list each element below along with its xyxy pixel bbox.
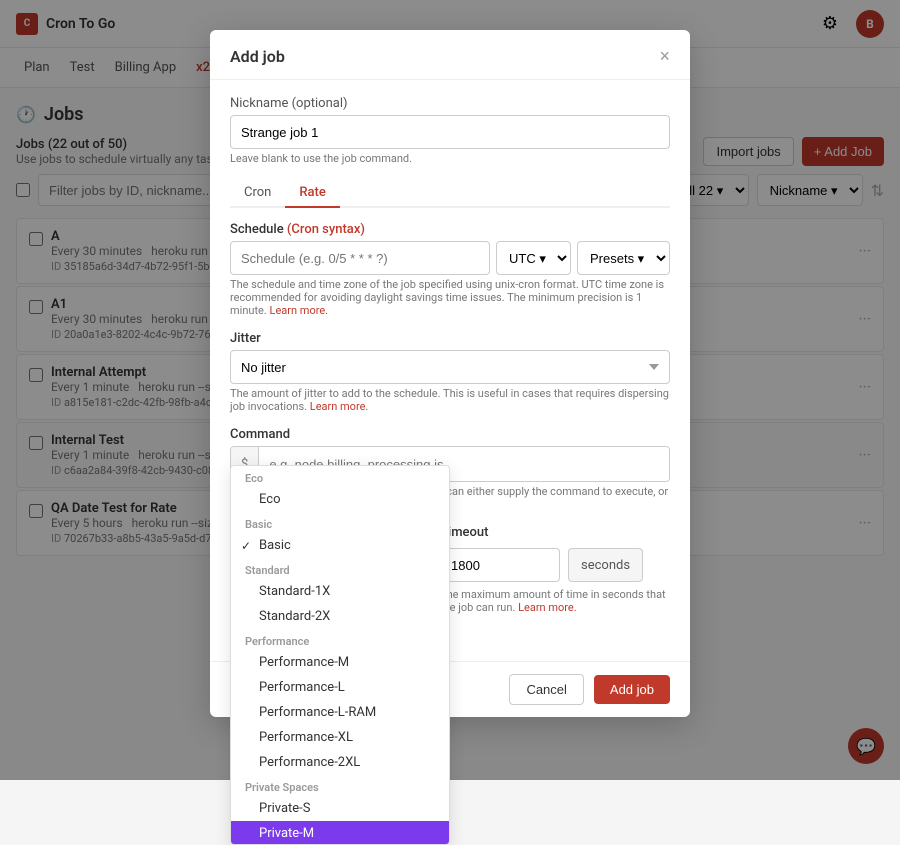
dyno-dropdown: Eco Eco Basic Basic Standard Standard-1X… (230, 465, 450, 845)
dyno-option-perf-m[interactable]: Performance-M (231, 650, 449, 675)
timeout-input[interactable] (440, 548, 560, 582)
dyno-option-standard-2x[interactable]: Standard-2X (231, 604, 449, 629)
jitter-hint: The amount of jitter to add to the sched… (230, 387, 670, 413)
dyno-option-eco[interactable]: Eco (231, 487, 449, 512)
dyno-option-basic[interactable]: Basic (231, 533, 449, 558)
jitter-select[interactable]: No jitter (230, 350, 670, 384)
schedule-tab-group: Cron Rate (230, 179, 670, 208)
jitter-group: Jitter No jitter The amount of jitter to… (230, 331, 670, 413)
add-job-modal: Add job × Nickname (optional) Leave blan… (210, 30, 690, 717)
cancel-button[interactable]: Cancel (509, 674, 583, 705)
dyno-category-private: Private Spaces (231, 775, 449, 796)
timeout-section: Timeout seconds The maximum amount of ti… (440, 525, 670, 614)
timeout-hint: The maximum amount of time in seconds th… (440, 588, 670, 614)
nickname-group: Nickname (optional) Leave blank to use t… (230, 96, 670, 165)
modal-overlay: Add job × Nickname (optional) Leave blan… (0, 0, 900, 780)
presets-select[interactable]: Presets ▾ (577, 241, 670, 275)
dyno-option-perf-2xl[interactable]: Performance-2XL (231, 750, 449, 775)
nickname-input[interactable] (230, 115, 670, 149)
modal-header: Add job × (210, 30, 690, 80)
schedule-learn-more-link[interactable]: Learn more. (270, 304, 329, 317)
modal-body: Nickname (optional) Leave blank to use t… (210, 80, 690, 661)
timeout-unit: seconds (568, 548, 643, 582)
add-job-submit-button[interactable]: Add job (594, 675, 670, 704)
nickname-hint: Leave blank to use the job command. (230, 152, 670, 165)
dyno-option-perf-xl[interactable]: Performance-XL (231, 725, 449, 750)
tab-rate[interactable]: Rate (285, 179, 339, 208)
dyno-category-eco: Eco (231, 466, 449, 487)
dyno-option-private-m[interactable]: Private-M (231, 821, 449, 845)
schedule-input[interactable] (230, 241, 490, 275)
jitter-learn-more-link[interactable]: Learn more. (310, 400, 369, 413)
schedule-label: Schedule (Cron syntax) (230, 222, 670, 237)
modal-title: Add job (230, 47, 285, 66)
dyno-option-perf-l-ram[interactable]: Performance-L-RAM (231, 700, 449, 725)
tab-cron[interactable]: Cron (230, 179, 285, 208)
dyno-category-basic: Basic (231, 512, 449, 533)
dyno-option-perf-l[interactable]: Performance-L (231, 675, 449, 700)
dyno-option-standard-1x[interactable]: Standard-1X (231, 579, 449, 604)
jitter-label: Jitter (230, 331, 670, 346)
modal-close-button[interactable]: × (659, 46, 670, 67)
schedule-row: UTC ▾ Presets ▾ (230, 241, 670, 275)
schedule-hint: The schedule and time zone of the job sp… (230, 278, 670, 317)
timezone-select[interactable]: UTC ▾ (496, 241, 571, 275)
timeout-learn-more-link[interactable]: Learn more. (518, 601, 577, 614)
dyno-category-standard: Standard (231, 558, 449, 579)
timeout-title: Timeout (440, 525, 670, 540)
nickname-label: Nickname (optional) (230, 96, 670, 111)
command-label: Command (230, 427, 670, 442)
dyno-option-private-s[interactable]: Private-S (231, 796, 449, 821)
timeout-row: seconds (440, 548, 670, 582)
dyno-category-performance: Performance (231, 629, 449, 650)
schedule-group: Schedule (Cron syntax) UTC ▾ Presets ▾ T… (230, 222, 670, 317)
